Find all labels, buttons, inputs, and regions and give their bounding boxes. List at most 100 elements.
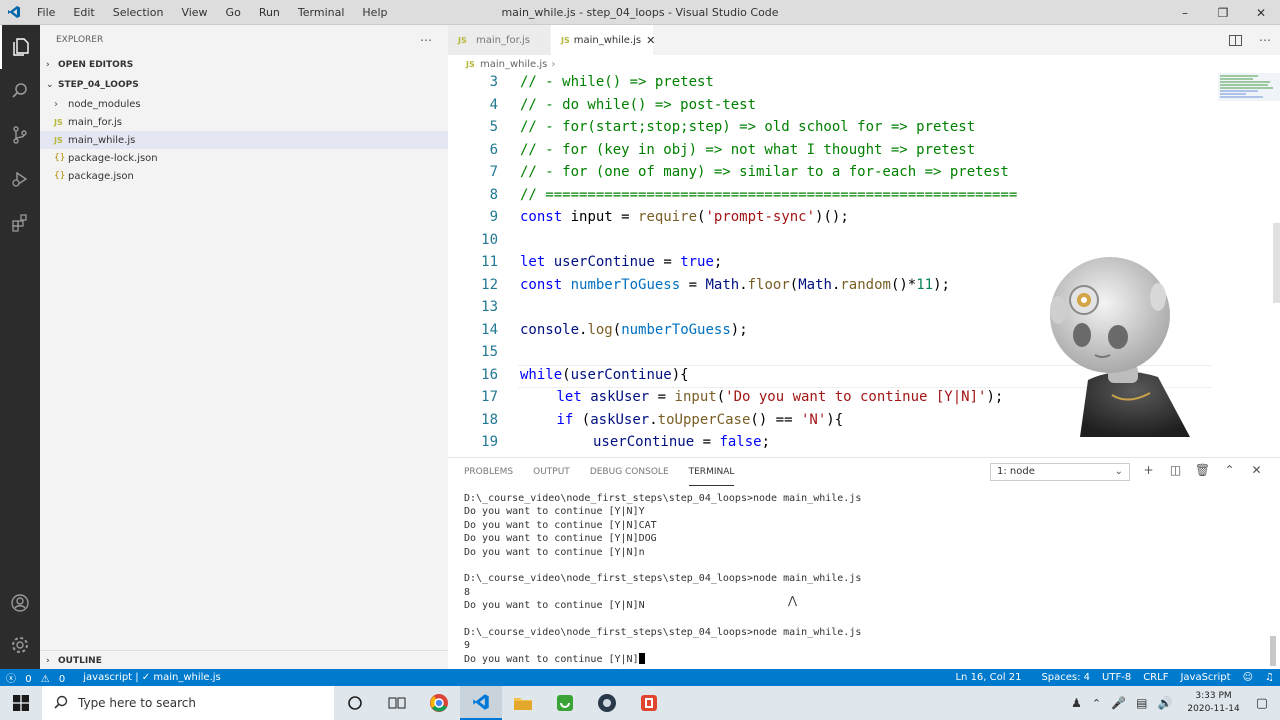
kill-terminal-trash-icon[interactable]: 🗑 xyxy=(1189,463,1216,477)
volume-icon[interactable]: 🔊 xyxy=(1157,696,1172,710)
chevron-right-icon: › xyxy=(46,655,50,666)
tab-debug-console[interactable]: DEBUG CONSOLE xyxy=(590,458,669,486)
maximize-button[interactable]: ❐ xyxy=(1204,0,1242,25)
tree-item-main-for[interactable]: JS main_for.js xyxy=(40,113,448,131)
encoding[interactable]: UTF-8 xyxy=(1096,672,1137,683)
problems-status[interactable]: ⓧ 0 ⚠ 0 xyxy=(0,670,77,685)
close-window-button[interactable]: ✕ xyxy=(1242,0,1280,25)
action-center-icon[interactable]: ▢ xyxy=(1256,696,1268,711)
account-icon[interactable] xyxy=(0,581,40,625)
extensions-icon[interactable] xyxy=(0,201,40,245)
search-icon[interactable] xyxy=(0,69,40,113)
camtasia-green-icon[interactable] xyxy=(544,686,586,720)
tab-main-while[interactable]: JS main_while.js ✕ xyxy=(551,25,655,55)
line-number: 19 xyxy=(481,434,498,450)
source-control-icon[interactable] xyxy=(0,113,40,157)
folder-section[interactable]: ⌄ STEP_04_LOOPS xyxy=(40,75,448,95)
maximize-panel-chevron-up-icon[interactable]: ⌃ xyxy=(1216,463,1243,477)
cursor-position[interactable]: Ln 16, Col 21 xyxy=(949,672,1027,683)
language-mode[interactable]: JavaScript xyxy=(1174,672,1236,683)
settings-gear-icon[interactable] xyxy=(0,623,40,667)
menu-terminal[interactable]: Terminal xyxy=(289,0,354,25)
chevron-right-icon: › xyxy=(46,60,50,70)
open-editors-section[interactable]: › OPEN EDITORS xyxy=(40,55,448,75)
split-terminal-icon[interactable]: ◫ xyxy=(1162,463,1189,477)
window-controls: – ❐ ✕ xyxy=(1166,0,1280,25)
line-number: 15 xyxy=(481,344,498,360)
vscode-taskbar-icon[interactable] xyxy=(460,686,502,720)
terminal-scrollbar[interactable] xyxy=(1270,636,1276,666)
tab-terminal[interactable]: TERMINAL xyxy=(688,458,735,486)
more-actions-icon[interactable]: ⋯ xyxy=(420,33,432,47)
line-number: 16 xyxy=(481,366,498,383)
microphone-icon[interactable]: 🎤 xyxy=(1111,696,1126,710)
terminal-output[interactable]: D:\_course_video\node_first_steps\step_0… xyxy=(464,492,861,666)
eslint-status[interactable]: javascript | ✓ main_while.js xyxy=(77,672,226,683)
code-line: // - while() => pretest xyxy=(520,74,714,90)
menu-run[interactable]: Run xyxy=(250,0,289,25)
notifications-bell-icon[interactable]: ♫ xyxy=(1259,672,1280,683)
terminal-line: Do you want to continue [Y|N]n xyxy=(464,546,645,558)
terminal-line: D:\_course_video\node_first_steps\step_0… xyxy=(464,626,862,638)
new-terminal-icon[interactable]: + xyxy=(1135,463,1162,477)
terminal-line: Do you want to continue [Y|N]N xyxy=(464,600,645,612)
tree-item-main-while[interactable]: JS main_while.js xyxy=(40,131,448,149)
chevron-down-icon: ⌄ xyxy=(1114,466,1123,477)
run-debug-icon[interactable] xyxy=(0,157,40,201)
code-line: while(userContinue){ xyxy=(520,366,689,383)
taskbar-clock[interactable]: 3:33 PM 2020-11-14 xyxy=(1187,690,1239,716)
feedback-icon[interactable]: ☺ xyxy=(1237,672,1259,683)
chevron-down-icon: ⌄ xyxy=(46,80,54,90)
close-panel-icon[interactable]: ✕ xyxy=(1243,463,1270,477)
code-line: userContinue = false; xyxy=(593,434,771,450)
file-explorer-icon[interactable] xyxy=(502,686,544,720)
search-icon xyxy=(54,695,68,712)
cortana-icon[interactable] xyxy=(334,686,376,720)
taskbar-search-box[interactable]: Type here to search xyxy=(42,686,334,720)
tab-main-for[interactable]: JS main_for.js xyxy=(448,25,551,55)
line-number: 5 xyxy=(489,119,498,135)
terminal-select[interactable]: 1: node ⌄ xyxy=(990,463,1130,481)
terminal-line: D:\_course_video\node_first_steps\step_0… xyxy=(464,493,862,504)
menu-selection[interactable]: Selection xyxy=(104,0,173,25)
outline-section[interactable]: › OUTLINE xyxy=(40,650,448,670)
chevron-up-icon[interactable]: ⌃ xyxy=(1092,697,1101,710)
explorer-icon[interactable] xyxy=(0,25,40,69)
split-editor-icon[interactable] xyxy=(1220,25,1250,55)
js-file-icon: JS xyxy=(54,117,63,127)
menu-bar: File Edit Selection View Go Run Terminal… xyxy=(28,0,396,25)
app-dark-circle-icon[interactable] xyxy=(586,686,628,720)
minimap[interactable] xyxy=(1218,73,1280,455)
menu-file[interactable]: File xyxy=(28,0,64,25)
breadcrumb-file[interactable]: main_while.js xyxy=(480,59,547,70)
code-line: let askUser = input('Do you want to cont… xyxy=(556,389,1004,405)
task-view-icon[interactable] xyxy=(376,686,418,720)
menu-help[interactable]: Help xyxy=(353,0,396,25)
person-icon[interactable]: ♟ xyxy=(1071,696,1082,710)
line-number: 14 xyxy=(481,321,498,338)
menu-view[interactable]: View xyxy=(172,0,216,25)
tree-item-node-modules[interactable]: › node_modules xyxy=(40,95,448,113)
robot-avatar-overlay xyxy=(1040,255,1200,437)
camtasia-red-icon[interactable] xyxy=(628,686,670,720)
indentation[interactable]: Spaces: 4 xyxy=(1035,672,1096,683)
line-ending[interactable]: CRLF xyxy=(1137,672,1174,683)
search-placeholder: Type here to search xyxy=(78,696,196,710)
tree-item-package[interactable]: {} package.json xyxy=(40,167,448,185)
minimize-button[interactable]: – xyxy=(1166,0,1204,25)
tree-item-package-lock[interactable]: {} package-lock.json xyxy=(40,149,448,167)
network-icon[interactable]: ▤ xyxy=(1136,696,1147,710)
menu-go[interactable]: Go xyxy=(217,0,250,25)
explorer-sidebar: EXPLORER ⋯ › OPEN EDITORS ⌄ STEP_04_LOOP… xyxy=(40,25,448,669)
editor-more-actions-icon[interactable]: ⋯ xyxy=(1250,25,1280,55)
terminal-line: Do you want to continue [Y|N]CAT xyxy=(464,519,657,531)
windows-start-icon[interactable] xyxy=(0,686,42,720)
tree-item-label: main_while.js xyxy=(68,134,136,146)
tree-item-label: package-lock.json xyxy=(68,152,158,164)
tab-output[interactable]: OUTPUT xyxy=(533,458,570,486)
breadcrumb: JS main_while.js › xyxy=(448,55,1280,73)
code-line: const input = require('prompt-sync')(); xyxy=(520,209,849,225)
tab-problems[interactable]: PROBLEMS xyxy=(464,458,513,486)
menu-edit[interactable]: Edit xyxy=(64,0,103,25)
chrome-icon[interactable] xyxy=(418,686,460,720)
